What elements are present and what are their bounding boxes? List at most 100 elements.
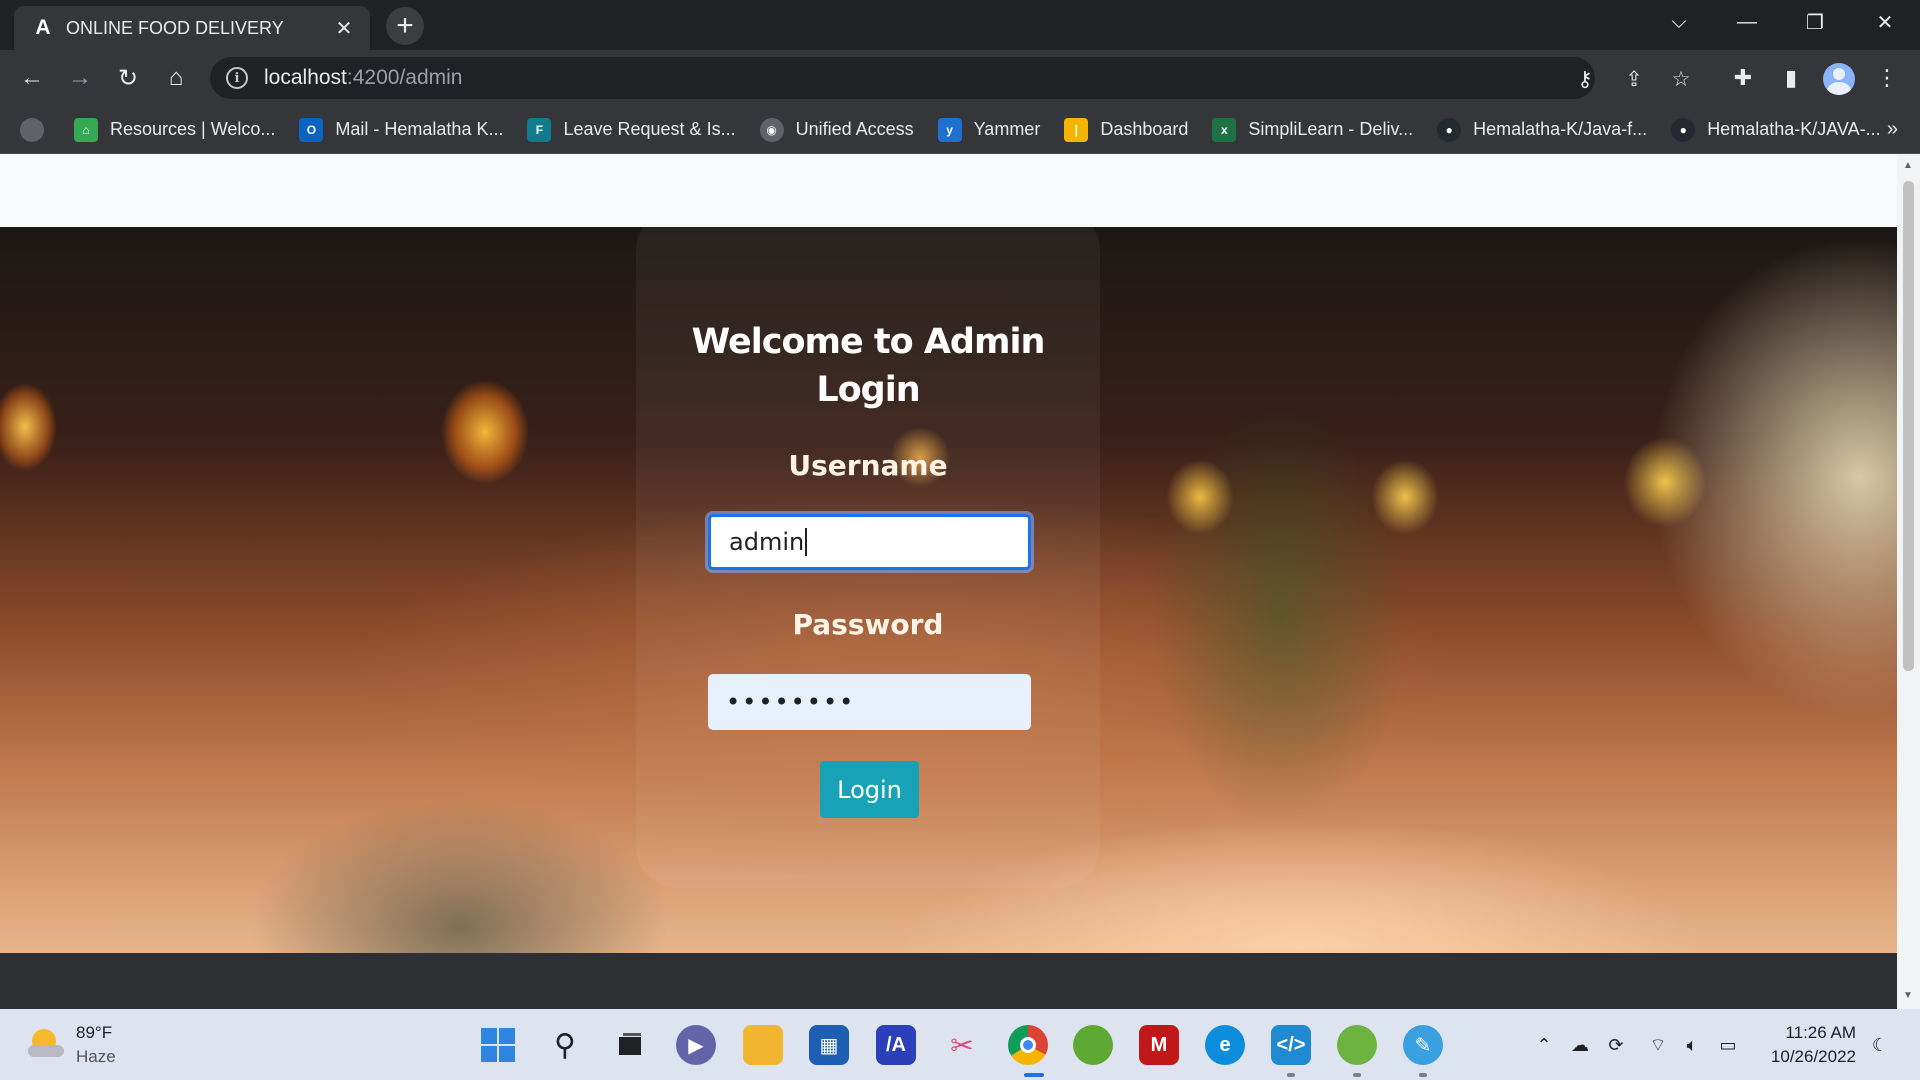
task-view-icon[interactable] [610, 1025, 650, 1065]
wifi-icon[interactable]: ⌔ [1646, 1033, 1670, 1057]
start-icon[interactable] [478, 1025, 518, 1065]
moon-icon[interactable]: ☾ [1868, 1033, 1892, 1057]
bookmark-item[interactable]: ● Hemalatha-K/JAVA-... [1671, 117, 1881, 142]
browser-tab[interactable]: A ONLINE FOOD DELIVERY ✕ [14, 6, 370, 50]
form-icon: F [527, 117, 552, 142]
bookmark-item[interactable]: x SimpliLearn - Deliv... [1212, 117, 1414, 142]
bookmark-item[interactable]: ⌂ Resources | Welco... [74, 117, 276, 142]
bookmark-label: Unified Access [795, 119, 914, 139]
battery-icon[interactable]: ▭ [1716, 1033, 1740, 1057]
browser-toolbar: ← → ↻ ⌂ i localhost:4200/admin ⚷ ⇪ ☆ ✚ ▮… [0, 50, 1920, 106]
weather-temperature[interactable]: 89°F [76, 1023, 112, 1043]
outlook-icon: O [299, 117, 324, 142]
windows-taskbar: 89°F Haze ⚲ ▶ ▦ /A ✂ M e </> ✎ ⌃ ☁ ⟳ ⌔ 🔈… [0, 1009, 1920, 1080]
globe-icon: ◉ [759, 117, 784, 142]
extensions-icon[interactable]: ✚ [1727, 62, 1759, 94]
bookmark-item[interactable]: ◉ Unified Access [759, 117, 914, 142]
bookmark-label: Hemalatha-K/JAVA-... [1707, 119, 1881, 139]
text-caret [805, 528, 808, 556]
weather-haze-icon[interactable] [28, 1027, 64, 1059]
tab-title: ONLINE FOOD DELIVERY [66, 17, 284, 38]
forward-icon[interactable]: → [62, 60, 98, 96]
address-bar[interactable]: i localhost:4200/admin ⚷ ⇪ ☆ [210, 57, 1690, 99]
new-tab-button[interactable]: + [386, 7, 424, 45]
bookmark-item[interactable]: | Dashboard [1064, 117, 1189, 142]
volume-icon[interactable]: 🔈︎ [1680, 1033, 1704, 1057]
yammer-icon: y [937, 117, 962, 142]
angular-favicon-icon: A [35, 16, 51, 39]
username-label: Username [788, 449, 948, 482]
dashboard-icon: | [1064, 117, 1089, 142]
chevron-up-icon[interactable]: ⌃ [1532, 1033, 1556, 1057]
scroll-thumb[interactable] [1903, 181, 1914, 671]
clock-time[interactable]: 11:26 AM [1780, 1023, 1856, 1043]
site-info-icon[interactable]: i [226, 67, 248, 89]
bookmark-apps[interactable] [20, 117, 56, 142]
chrome-icon[interactable] [1008, 1025, 1048, 1065]
share-icon[interactable]: ⇪ [1621, 66, 1647, 92]
page-scrollbar[interactable]: ▲ ▼ [1897, 154, 1920, 1009]
active-app-indicator [1024, 1073, 1044, 1077]
bookmarks-overflow-icon[interactable]: » [1887, 118, 1898, 141]
open-app-indicator [1353, 1073, 1361, 1077]
star-icon[interactable]: ☆ [1668, 66, 1694, 92]
onedrive-icon[interactable]: ☁ [1568, 1033, 1592, 1057]
bookmark-label: Hemalatha-K/Java-f... [1473, 119, 1648, 139]
bookmarks-bar: ⌂ Resources | Welco... O Mail - Hemalath… [0, 106, 1920, 154]
password-label: Password [792, 608, 944, 641]
window-close-icon[interactable]: ✕ [1852, 0, 1918, 44]
paint-icon[interactable]: ✎ [1403, 1025, 1443, 1065]
bookmark-label: Resources | Welco... [110, 119, 276, 139]
tab-strip: A ONLINE FOOD DELIVERY ✕ + ⌵ — ❐ ✕ [0, 0, 1920, 50]
bookmark-label: Yammer [973, 119, 1041, 139]
url-host: localhost [264, 66, 347, 89]
snipping-tool-icon[interactable]: ✂ [942, 1025, 982, 1065]
vscode-icon[interactable]: </> [1271, 1025, 1311, 1065]
username-value: admin [729, 528, 805, 556]
bookmark-label: Dashboard [1100, 119, 1189, 139]
bookmark-item[interactable]: F Leave Request & Is... [527, 117, 736, 142]
file-explorer-icon[interactable] [743, 1025, 783, 1065]
bookmark-label: Leave Request & Is... [563, 119, 736, 139]
github-icon: ● [1671, 117, 1696, 142]
powerapps-icon[interactable]: /A [876, 1025, 916, 1065]
menu-kebab-icon[interactable]: ⋮ [1871, 62, 1903, 94]
back-icon[interactable]: ← [14, 60, 50, 96]
spring-tool-icon[interactable] [1073, 1025, 1113, 1065]
clock-date[interactable]: 10/26/2022 [1756, 1047, 1856, 1067]
bookmark-item[interactable]: y Yammer [937, 117, 1041, 142]
profile-avatar[interactable] [1823, 63, 1855, 95]
weather-description[interactable]: Haze [76, 1047, 116, 1067]
chat-icon[interactable]: ▶ [676, 1025, 716, 1065]
globe-icon [20, 117, 44, 142]
excel-icon: x [1212, 117, 1237, 142]
sync-icon[interactable]: ⟳ [1604, 1033, 1628, 1057]
github-icon: ● [1437, 117, 1462, 142]
scroll-up-icon[interactable]: ▲ [1902, 160, 1914, 171]
open-app-indicator [1419, 1073, 1427, 1077]
bookmark-label: SimpliLearn - Deliv... [1248, 119, 1414, 139]
bookmark-item[interactable]: O Mail - Hemalatha K... [299, 117, 504, 142]
reload-icon[interactable]: ↻ [110, 60, 146, 96]
username-input[interactable]: admin [708, 514, 1031, 570]
tab-search-icon[interactable]: ⌵ [1646, 0, 1712, 44]
home-icon[interactable]: ⌂ [158, 60, 194, 96]
login-button[interactable]: Login [820, 761, 919, 818]
password-input[interactable]: •••••••• [708, 674, 1031, 730]
scroll-down-icon[interactable]: ▼ [1902, 990, 1914, 1001]
side-panel-icon[interactable]: ▮ [1775, 62, 1807, 94]
edge-icon[interactable]: e [1205, 1025, 1245, 1065]
url-path: :4200/admin [346, 66, 463, 89]
tab-close-icon[interactable]: ✕ [332, 16, 356, 40]
key-icon[interactable]: ⚷ [1572, 66, 1598, 92]
bookmark-item[interactable]: ● Hemalatha-K/Java-f... [1437, 117, 1648, 142]
login-title: Welcome to Admin Login [691, 322, 1046, 410]
bookmark-label: Mail - Hemalatha K... [335, 119, 504, 139]
restore-icon[interactable]: ❐ [1782, 0, 1848, 44]
open-app-indicator [1287, 1073, 1295, 1077]
spring-tool-icon[interactable] [1337, 1025, 1377, 1065]
minimize-icon[interactable]: — [1714, 0, 1780, 44]
mcafee-icon[interactable]: M [1139, 1025, 1179, 1065]
store-icon[interactable]: ▦ [809, 1025, 849, 1065]
search-icon[interactable]: ⚲ [545, 1025, 585, 1065]
